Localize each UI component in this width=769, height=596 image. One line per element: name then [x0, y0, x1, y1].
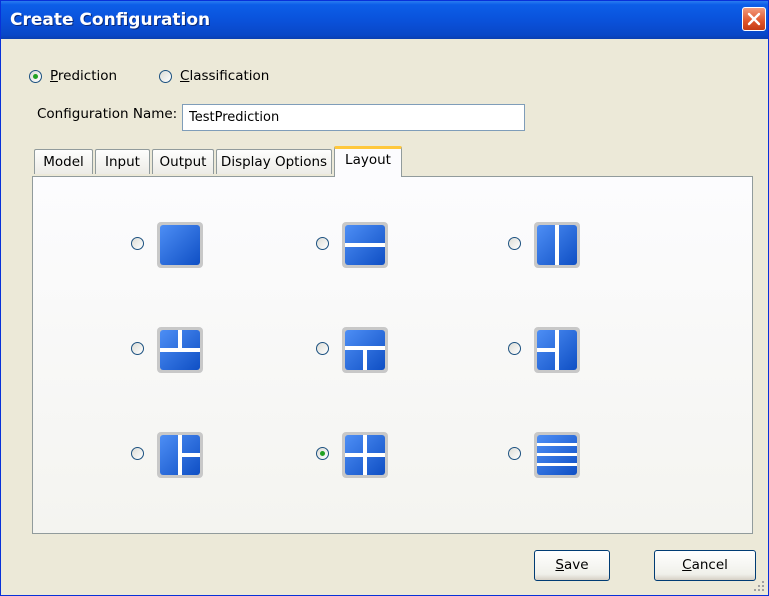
- save-button[interactable]: Save: [534, 550, 610, 581]
- two-top-one-bottom-layout-icon[interactable]: [157, 327, 203, 373]
- window-title: Create Configuration: [10, 10, 211, 30]
- configuration-name-label: Configuration Name:: [37, 106, 178, 122]
- configuration-name-input[interactable]: [182, 104, 525, 131]
- resize-grip-icon[interactable]: [753, 580, 765, 592]
- tab-output[interactable]: Output: [152, 149, 214, 174]
- two-columns-layout-icon[interactable]: [534, 222, 580, 268]
- layout-tab-panel: [32, 176, 753, 534]
- classification-label[interactable]: Classification: [180, 68, 269, 84]
- one-top-two-bottom-layout-icon[interactable]: [342, 327, 388, 373]
- one-left-two-right-layout-icon[interactable]: [534, 327, 580, 373]
- layout-radio-8[interactable]: [316, 447, 329, 460]
- cancel-button[interactable]: Cancel: [654, 550, 756, 581]
- layout-radio-5[interactable]: [316, 342, 329, 355]
- layout-radio-3[interactable]: [508, 237, 521, 250]
- create-configuration-dialog: Create Configuration Prediction Classifi…: [0, 0, 769, 596]
- prediction-radio[interactable]: [29, 70, 42, 83]
- layout-radio-4[interactable]: [131, 342, 144, 355]
- layout-radio-1[interactable]: [131, 237, 144, 250]
- layout-radio-9[interactable]: [508, 447, 521, 460]
- close-icon: [747, 12, 761, 26]
- layout-radio-7[interactable]: [131, 447, 144, 460]
- four-rows-layout-icon[interactable]: [534, 432, 580, 478]
- tab-layout[interactable]: Layout: [334, 146, 402, 177]
- tab-model[interactable]: Model: [34, 149, 93, 174]
- prediction-label[interactable]: Prediction: [50, 68, 117, 84]
- layout-radio-2[interactable]: [316, 237, 329, 250]
- two-left-one-right-layout-icon[interactable]: [157, 432, 203, 478]
- close-button[interactable]: [742, 7, 766, 31]
- tab-input[interactable]: Input: [95, 149, 150, 174]
- four-grid-layout-icon[interactable]: [342, 432, 388, 478]
- tab-display-options[interactable]: Display Options: [216, 149, 332, 174]
- layout-radio-6[interactable]: [508, 342, 521, 355]
- two-rows-layout-icon[interactable]: [342, 222, 388, 268]
- title-bar[interactable]: Create Configuration: [1, 1, 768, 39]
- classification-radio[interactable]: [159, 70, 172, 83]
- single-pane-layout-icon[interactable]: [157, 222, 203, 268]
